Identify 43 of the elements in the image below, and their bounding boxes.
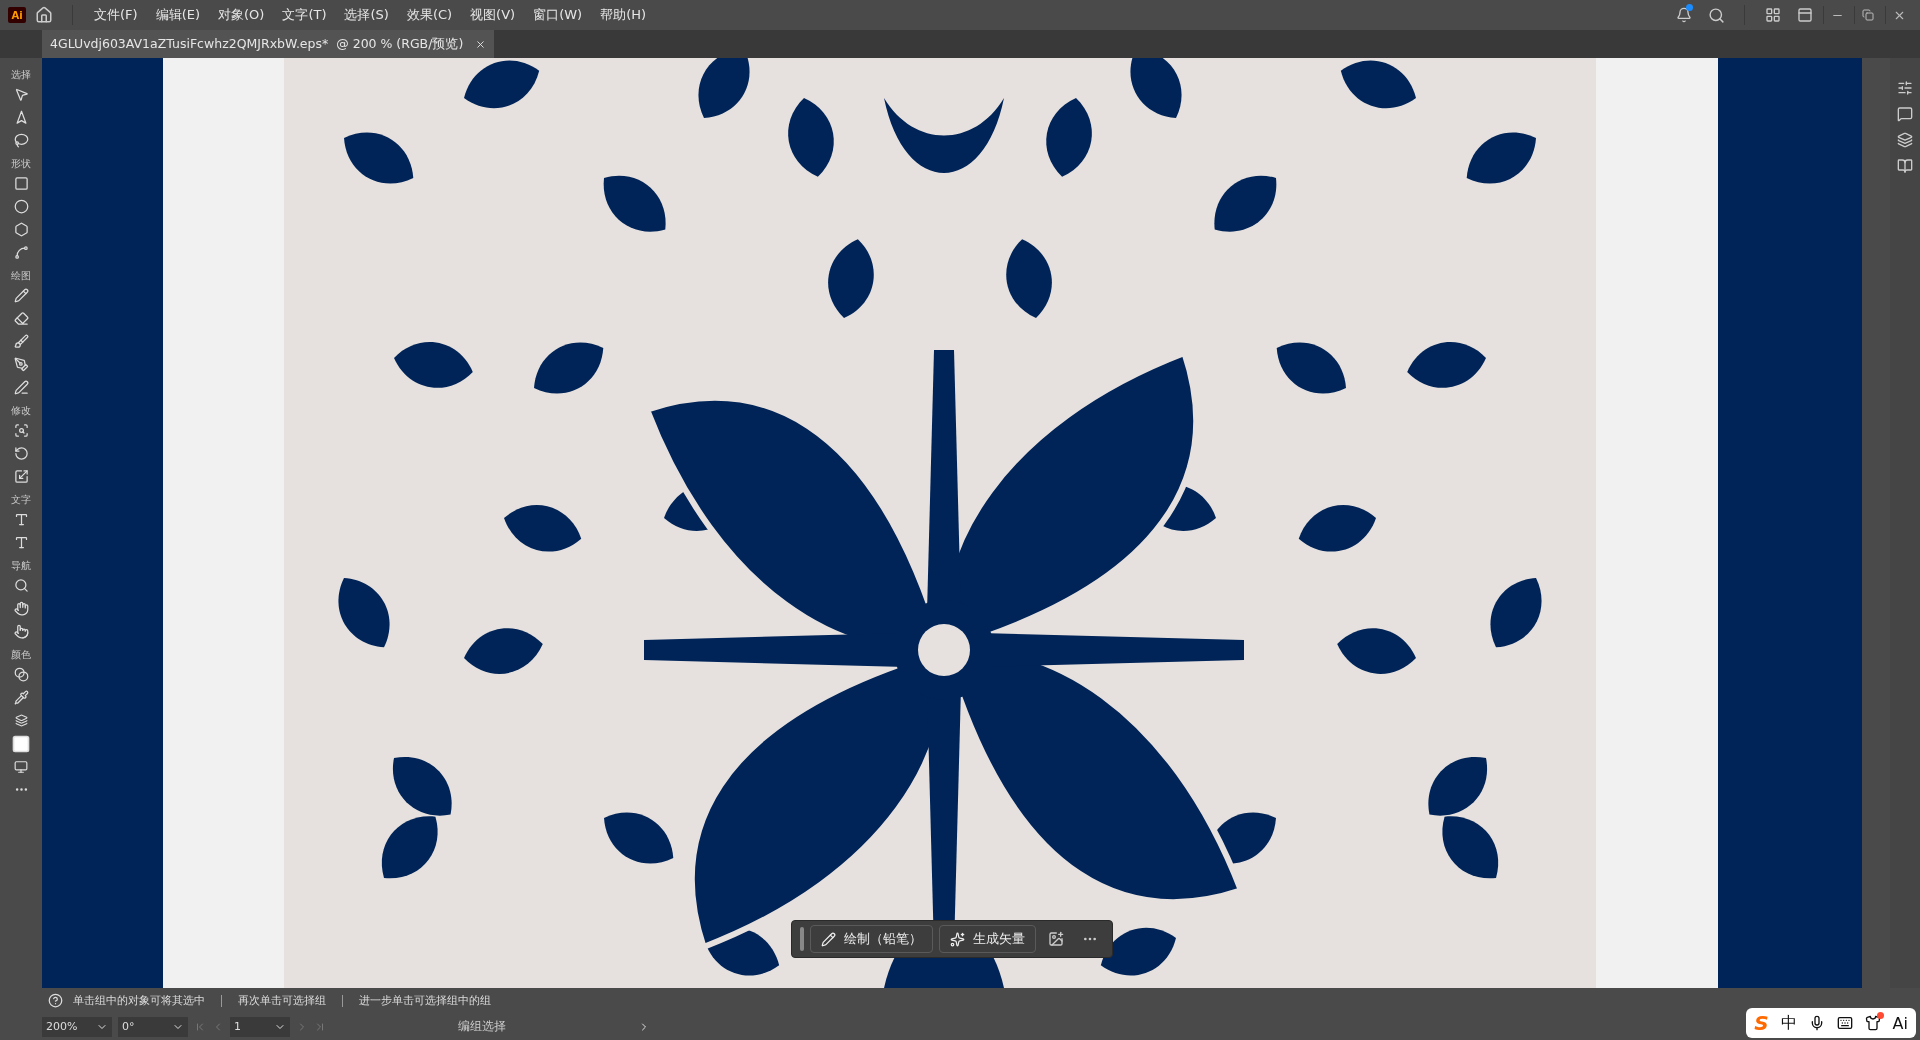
tool-group-label: 导航 [11,559,31,573]
menu-item[interactable]: 文件(F) [87,3,145,27]
app-logo: Ai [8,7,26,23]
menu-item[interactable]: 视图(V) [463,3,523,27]
tool-group-label: 形状 [11,157,31,171]
tool-group-label: 修改 [11,404,31,418]
menu-item[interactable]: 文字(T) [275,3,334,27]
status-hint: 进一步单击可选择组中的组 [359,993,491,1008]
shirt-icon[interactable] [1864,1015,1881,1031]
help-icon[interactable] [48,993,63,1008]
context-button[interactable]: 生成矢量 [939,925,1036,953]
menu-item[interactable]: 选择(S) [337,3,396,27]
keyboard-icon[interactable] [1836,1015,1853,1031]
grip-handle[interactable] [800,927,804,951]
menu-item[interactable]: 帮助(H) [593,3,654,27]
menu-item[interactable]: 对象(O) [211,3,272,27]
properties-icon[interactable] [1897,80,1913,96]
menu-item[interactable]: 窗口(W) [526,3,590,27]
close-icon[interactable] [475,38,487,50]
ime-logo: S [1754,1011,1769,1035]
bell-icon[interactable] [1676,7,1692,23]
pencil-icon [821,931,836,947]
menu-item[interactable]: 效果(C) [399,3,460,27]
library-icon[interactable] [1897,158,1913,174]
status-hint: 再次单击可选择组 [238,993,326,1008]
status-hint: 单击组中的对象可将其选中 [73,993,205,1008]
ai-assistant-button[interactable]: Ai [1892,1013,1908,1033]
tool-group-label: 文字 [11,493,31,507]
artboard-field[interactable]: 1 [230,1016,290,1037]
zoom-field[interactable]: 200% [42,1016,112,1037]
layers-icon[interactable] [1897,132,1913,148]
comment-icon[interactable] [1897,106,1913,122]
current-tool-label: 编组选择 [457,1018,507,1035]
context-button[interactable]: 绘制（铅笔） [810,925,933,953]
tool-group-label: 颜色 [11,648,31,662]
tool-group-label: 绘图 [11,269,31,283]
input-mode-toggle[interactable]: 中 [1780,1012,1797,1034]
restore-icon[interactable] [1862,9,1874,21]
document-tab[interactable]: 4GLUvdj603AV1aZTusiFcwhz2QMJRxbW.eps* @ 200 % (RGB/预览) [42,30,495,58]
sparkle-icon [950,931,965,947]
rotation-field[interactable]: 0° [118,1016,188,1037]
tool-group-label: 选择 [11,68,31,82]
menu-item[interactable]: 编辑(E) [148,3,207,27]
